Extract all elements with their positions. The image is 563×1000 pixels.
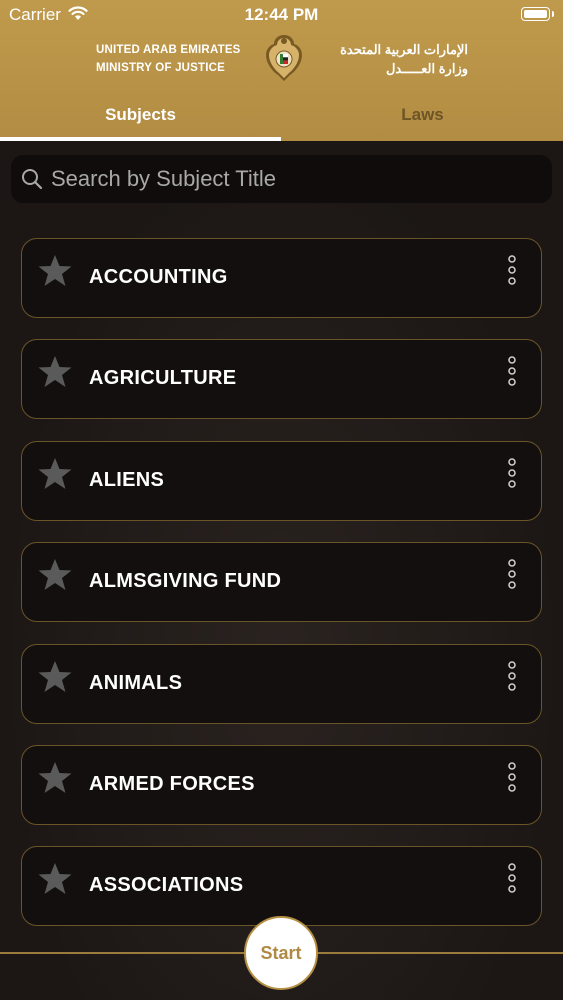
search-bar[interactable] [11, 155, 552, 203]
app-header: Carrier 12:44 PM UNITED ARAB EMIRATES MI… [0, 0, 563, 141]
status-bar: Carrier 12:44 PM [0, 0, 563, 30]
subject-card-associations[interactable]: ASSOCIATIONS [21, 846, 542, 926]
more-vertical-icon[interactable] [505, 863, 519, 893]
subjects-content: ACCOUNTING AGRICULTURE ALIENS ALMSGIVING… [0, 141, 563, 1000]
status-time: 12:44 PM [244, 5, 319, 24]
ministry-ar-line-1: الإمارات العربية المتحدة [340, 42, 468, 57]
ministry-en-line-2: MINISTRY OF JUSTICE [96, 62, 226, 74]
ministry-name-english: UNITED ARAB EMIRATES MINISTRY OF JUSTICE [96, 41, 241, 77]
subject-card-almsgiving-fund[interactable]: ALMSGIVING FUND [21, 542, 542, 622]
subject-title: ACCOUNTING [89, 266, 228, 288]
more-vertical-icon[interactable] [505, 559, 519, 589]
tab-laws[interactable]: Laws [282, 100, 563, 138]
star-icon[interactable] [37, 457, 73, 491]
subject-card-armed-forces[interactable]: ARMED FORCES [21, 745, 542, 825]
subject-title: ASSOCIATIONS [89, 874, 244, 896]
more-vertical-icon[interactable] [505, 762, 519, 792]
ministry-name-arabic: الإمارات العربية المتحدة وزارة العـــــد… [340, 40, 468, 78]
subject-title: AGRICULTURE [89, 367, 237, 389]
star-icon[interactable] [37, 254, 73, 288]
subject-title: ALIENS [89, 469, 165, 491]
more-vertical-icon[interactable] [505, 356, 519, 386]
subject-card-agriculture[interactable]: AGRICULTURE [21, 339, 542, 419]
more-vertical-icon[interactable] [505, 661, 519, 691]
search-input[interactable] [51, 155, 541, 203]
star-icon[interactable] [37, 862, 73, 896]
more-vertical-icon[interactable] [505, 458, 519, 488]
more-vertical-icon[interactable] [505, 255, 519, 285]
subject-title: ALMSGIVING FUND [89, 570, 282, 592]
ministry-en-line-1: UNITED ARAB EMIRATES [96, 44, 241, 56]
uae-emblem-icon [266, 35, 302, 81]
tab-subjects[interactable]: Subjects [0, 100, 281, 138]
star-icon[interactable] [37, 660, 73, 694]
search-icon [22, 169, 43, 190]
subject-title: ARMED FORCES [89, 773, 255, 795]
subject-card-aliens[interactable]: ALIENS [21, 441, 542, 521]
subject-card-accounting[interactable]: ACCOUNTING [21, 238, 542, 318]
star-icon[interactable] [37, 355, 73, 389]
ministry-ar-line-2: وزارة العـــــدل [385, 61, 468, 76]
star-icon[interactable] [37, 761, 73, 795]
battery-icon [521, 7, 554, 21]
start-button[interactable]: Start [244, 916, 318, 990]
star-icon[interactable] [37, 558, 73, 592]
subject-card-animals[interactable]: ANIMALS [21, 644, 542, 724]
subject-title: ANIMALS [89, 672, 183, 694]
